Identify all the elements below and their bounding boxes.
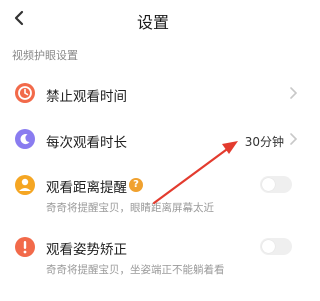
setting-row-watch-duration[interactable]: 每次观看时长 30分钟 (0, 120, 306, 158)
moon-icon (15, 129, 35, 149)
setting-description: 奇奇将提醒宝贝，眼睛距离屏幕太近 (46, 202, 214, 214)
setting-value: 30分钟 (244, 135, 284, 149)
toggle-knob (262, 178, 275, 191)
setting-description: 奇奇将提醒宝贝，坐姿端正不能躺着看 (46, 264, 225, 276)
header-bar: 设置 (0, 0, 306, 38)
chevron-right-icon (290, 87, 298, 99)
toggle-knob (262, 240, 275, 253)
setting-row-distance-reminder: 观看距离提醒 ? 奇奇将提醒宝贝，眼睛距离屏幕太近 (0, 168, 306, 228)
distance-reminder-toggle[interactable] (260, 176, 292, 193)
setting-label: 禁止观看时间 (46, 89, 127, 105)
setting-label: 观看姿势矫正 (46, 242, 127, 258)
setting-label: 观看距离提醒 (46, 180, 127, 196)
posture-alert-icon (15, 237, 35, 257)
person-distance-icon (15, 175, 35, 195)
chevron-right-icon (290, 133, 298, 145)
setting-label: 每次观看时长 (46, 135, 127, 151)
section-label: 视频护眼设置 (12, 49, 78, 62)
posture-correction-toggle[interactable] (260, 238, 292, 255)
setting-row-forbidden-time[interactable]: 禁止观看时间 (0, 74, 306, 112)
help-icon[interactable]: ? (129, 178, 143, 192)
page-title: 设置 (136, 13, 169, 32)
clock-block-icon (15, 83, 35, 103)
setting-row-posture-correction: 观看姿势矫正 奇奇将提醒宝贝，坐姿端正不能躺着看 (0, 230, 306, 290)
